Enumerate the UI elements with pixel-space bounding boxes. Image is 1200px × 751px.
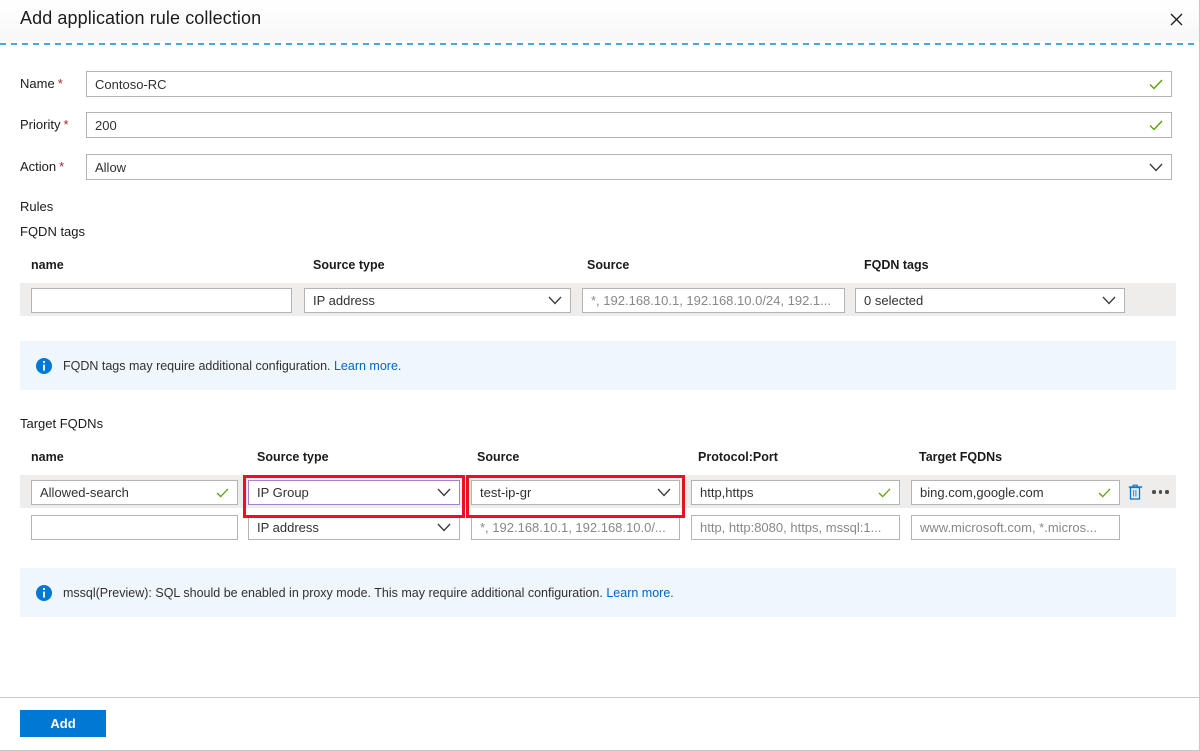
priority-input[interactable]: 200 <box>86 112 1172 138</box>
fqdn-row-tags-value: 0 selected <box>864 293 924 308</box>
target-fqdns-section-label: Target FQDNs <box>20 416 104 431</box>
checkmark-icon <box>1149 120 1163 131</box>
target-row2-source-placeholder: *, 192.168.10.1, 192.168.10.0/... <box>480 520 666 535</box>
priority-input-value: 200 <box>95 117 117 133</box>
target-row1-source-type-value: IP Group <box>257 485 309 500</box>
required-asterisk: * <box>59 159 65 174</box>
target-row1-target-fqdns-value: bing.com,google.com <box>920 485 1044 500</box>
info-icon-wrap <box>36 357 52 374</box>
target-row1-source-type-chevron-wrap <box>437 488 459 497</box>
fqdn-row-name-input[interactable] <box>31 288 292 313</box>
page-title: Add application rule collection <box>20 8 262 28</box>
trash-icon <box>1128 484 1143 500</box>
action-select-value: Allow <box>95 159 127 175</box>
fqdn-tags-info-banner: FQDN tags may require additional configu… <box>20 341 1176 390</box>
target-row2-source-input[interactable]: *, 192.168.10.1, 192.168.10.0/... <box>471 515 680 540</box>
chevron-down-icon <box>657 488 671 497</box>
target-row1-protocol-valid-wrap <box>878 487 899 498</box>
info-icon <box>36 584 52 601</box>
mssql-info-banner: mssql(Preview): SQL should be enabled in… <box>20 568 1176 617</box>
action-label: Action * <box>20 159 65 174</box>
ellipsis-dot <box>1165 490 1169 494</box>
action-select[interactable]: Allow <box>86 154 1172 180</box>
target-row2-source-type-value: IP address <box>257 520 319 535</box>
name-label: Name * <box>20 76 63 91</box>
action-chevron-wrap <box>1149 163 1171 172</box>
target-col-protocol-port: Protocol:Port <box>698 450 778 464</box>
fqdn-row-tags-select[interactable]: 0 selected <box>855 288 1125 313</box>
fqdn-row-source-input[interactable]: *, 192.168.10.1, 192.168.10.0/24, 192.1.… <box>582 288 845 313</box>
fqdn-col-source-type: Source type <box>313 258 385 272</box>
fqdn-row-source-placeholder: *, 192.168.10.1, 192.168.10.0/24, 192.1.… <box>591 293 831 308</box>
target-col-source: Source <box>477 450 520 464</box>
info-icon <box>36 357 52 374</box>
fqdn-row-tags-chevron-wrap <box>1102 296 1124 305</box>
target-row2-name-input[interactable] <box>31 515 238 540</box>
more-options-button[interactable] <box>1152 490 1169 494</box>
chevron-down-icon <box>1149 163 1163 171</box>
target-row2-source-type-select[interactable]: IP address <box>248 515 460 540</box>
fqdn-row-source-type-select[interactable]: IP address <box>304 288 571 313</box>
header-divider <box>0 43 1199 45</box>
close-icon <box>1170 13 1182 25</box>
target-row1-fqdns-valid-wrap <box>1098 487 1119 498</box>
checkmark-icon <box>216 487 229 498</box>
panel-header: Add application rule collection <box>0 0 1199 41</box>
chevron-down-icon <box>548 296 562 305</box>
add-button[interactable]: Add <box>20 710 106 737</box>
mssql-banner-learn-more-link[interactable]: Learn more. <box>606 586 673 600</box>
fqdn-tags-banner-learn-more-link[interactable]: Learn more. <box>334 359 401 373</box>
info-icon-wrap <box>36 584 52 601</box>
target-col-source-type: Source type <box>257 450 329 464</box>
target-row2-target-fqdns-placeholder: www.microsoft.com, *.micros... <box>920 520 1097 535</box>
target-row1-source-select[interactable]: test-ip-gr <box>471 480 680 505</box>
name-input[interactable]: Contoso-RC <box>86 71 1172 97</box>
target-row2-source-type-chevron-wrap <box>437 523 459 532</box>
target-row1-protocol-port-input[interactable]: http,https <box>691 480 900 505</box>
rules-section-label: Rules <box>20 199 54 214</box>
chevron-down-icon <box>437 488 451 497</box>
target-row2-protocol-port-placeholder: http, http:8080, https, mssql:1... <box>700 520 882 535</box>
checkmark-icon <box>1098 487 1111 498</box>
target-row1-target-fqdns-input[interactable]: bing.com,google.com <box>911 480 1120 505</box>
chevron-down-icon <box>437 523 451 532</box>
add-application-rule-collection-panel: Add application rule collection Name * Co… <box>0 0 1200 751</box>
name-valid-icon-wrap <box>1149 79 1171 90</box>
target-col-name: name <box>31 450 64 464</box>
target-row1-source-chevron-wrap <box>657 488 679 497</box>
target-row1-protocol-port-value: http,https <box>700 485 754 500</box>
target-row1-name-value: Allowed-search <box>40 485 129 500</box>
ellipsis-dot <box>1152 490 1156 494</box>
delete-row-button[interactable] <box>1128 484 1143 500</box>
target-row1-source-value: test-ip-gr <box>480 485 532 500</box>
checkmark-icon <box>1149 79 1163 90</box>
required-asterisk: * <box>57 76 63 91</box>
priority-valid-icon-wrap <box>1149 120 1171 131</box>
mssql-banner-text: mssql(Preview): SQL should be enabled in… <box>63 585 674 600</box>
priority-label: Priority * <box>20 117 69 132</box>
fqdn-col-source: Source <box>587 258 630 272</box>
checkmark-icon <box>878 487 891 498</box>
close-button[interactable] <box>1160 3 1192 35</box>
target-row2-target-fqdns-input[interactable]: www.microsoft.com, *.micros... <box>911 515 1120 540</box>
fqdn-col-fqdn-tags: FQDN tags <box>864 258 929 272</box>
fqdn-tags-section-label: FQDN tags <box>20 224 86 239</box>
target-row2-protocol-port-input[interactable]: http, http:8080, https, mssql:1... <box>691 515 900 540</box>
footer-divider <box>0 697 1199 698</box>
fqdn-col-name: name <box>31 258 64 272</box>
required-asterisk: * <box>63 117 69 132</box>
chevron-down-icon <box>1102 296 1116 305</box>
name-input-value: Contoso-RC <box>95 76 167 92</box>
fqdn-row-source-type-chevron-wrap <box>548 296 570 305</box>
target-col-target-fqdns: Target FQDNs <box>919 450 1003 464</box>
fqdn-row-source-type-value: IP address <box>313 293 375 308</box>
fqdn-tags-banner-text: FQDN tags may require additional configu… <box>63 358 402 373</box>
target-row1-name-input[interactable]: Allowed-search <box>31 480 238 505</box>
ellipsis-dot <box>1158 490 1162 494</box>
target-row1-source-type-select[interactable]: IP Group <box>248 480 460 505</box>
target-row1-actions <box>1128 484 1169 500</box>
target-row1-name-valid-wrap <box>216 487 237 498</box>
